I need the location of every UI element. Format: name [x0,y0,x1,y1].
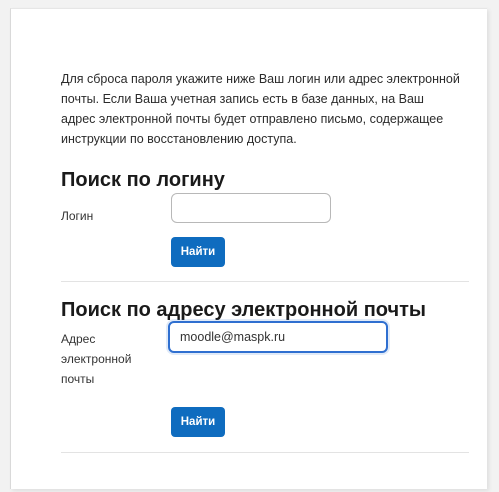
section-divider [61,281,469,282]
password-reset-card: Для сброса пароля укажите ниже Ваш логин… [10,8,487,489]
intro-text: Для сброса пароля укажите ниже Ваш логин… [61,72,460,146]
login-input[interactable] [171,193,331,223]
section-divider [61,452,469,453]
login-search-button[interactable]: Найти [171,237,225,267]
login-search-heading: Поиск по логину [61,169,225,191]
email-label: Адрес электронной почты [61,332,132,386]
email-search-button[interactable]: Найти [171,407,225,437]
email-input[interactable] [168,321,388,353]
email-search-heading: Поиск по адресу электронной почты [61,299,426,321]
login-label: Логин [61,209,94,223]
